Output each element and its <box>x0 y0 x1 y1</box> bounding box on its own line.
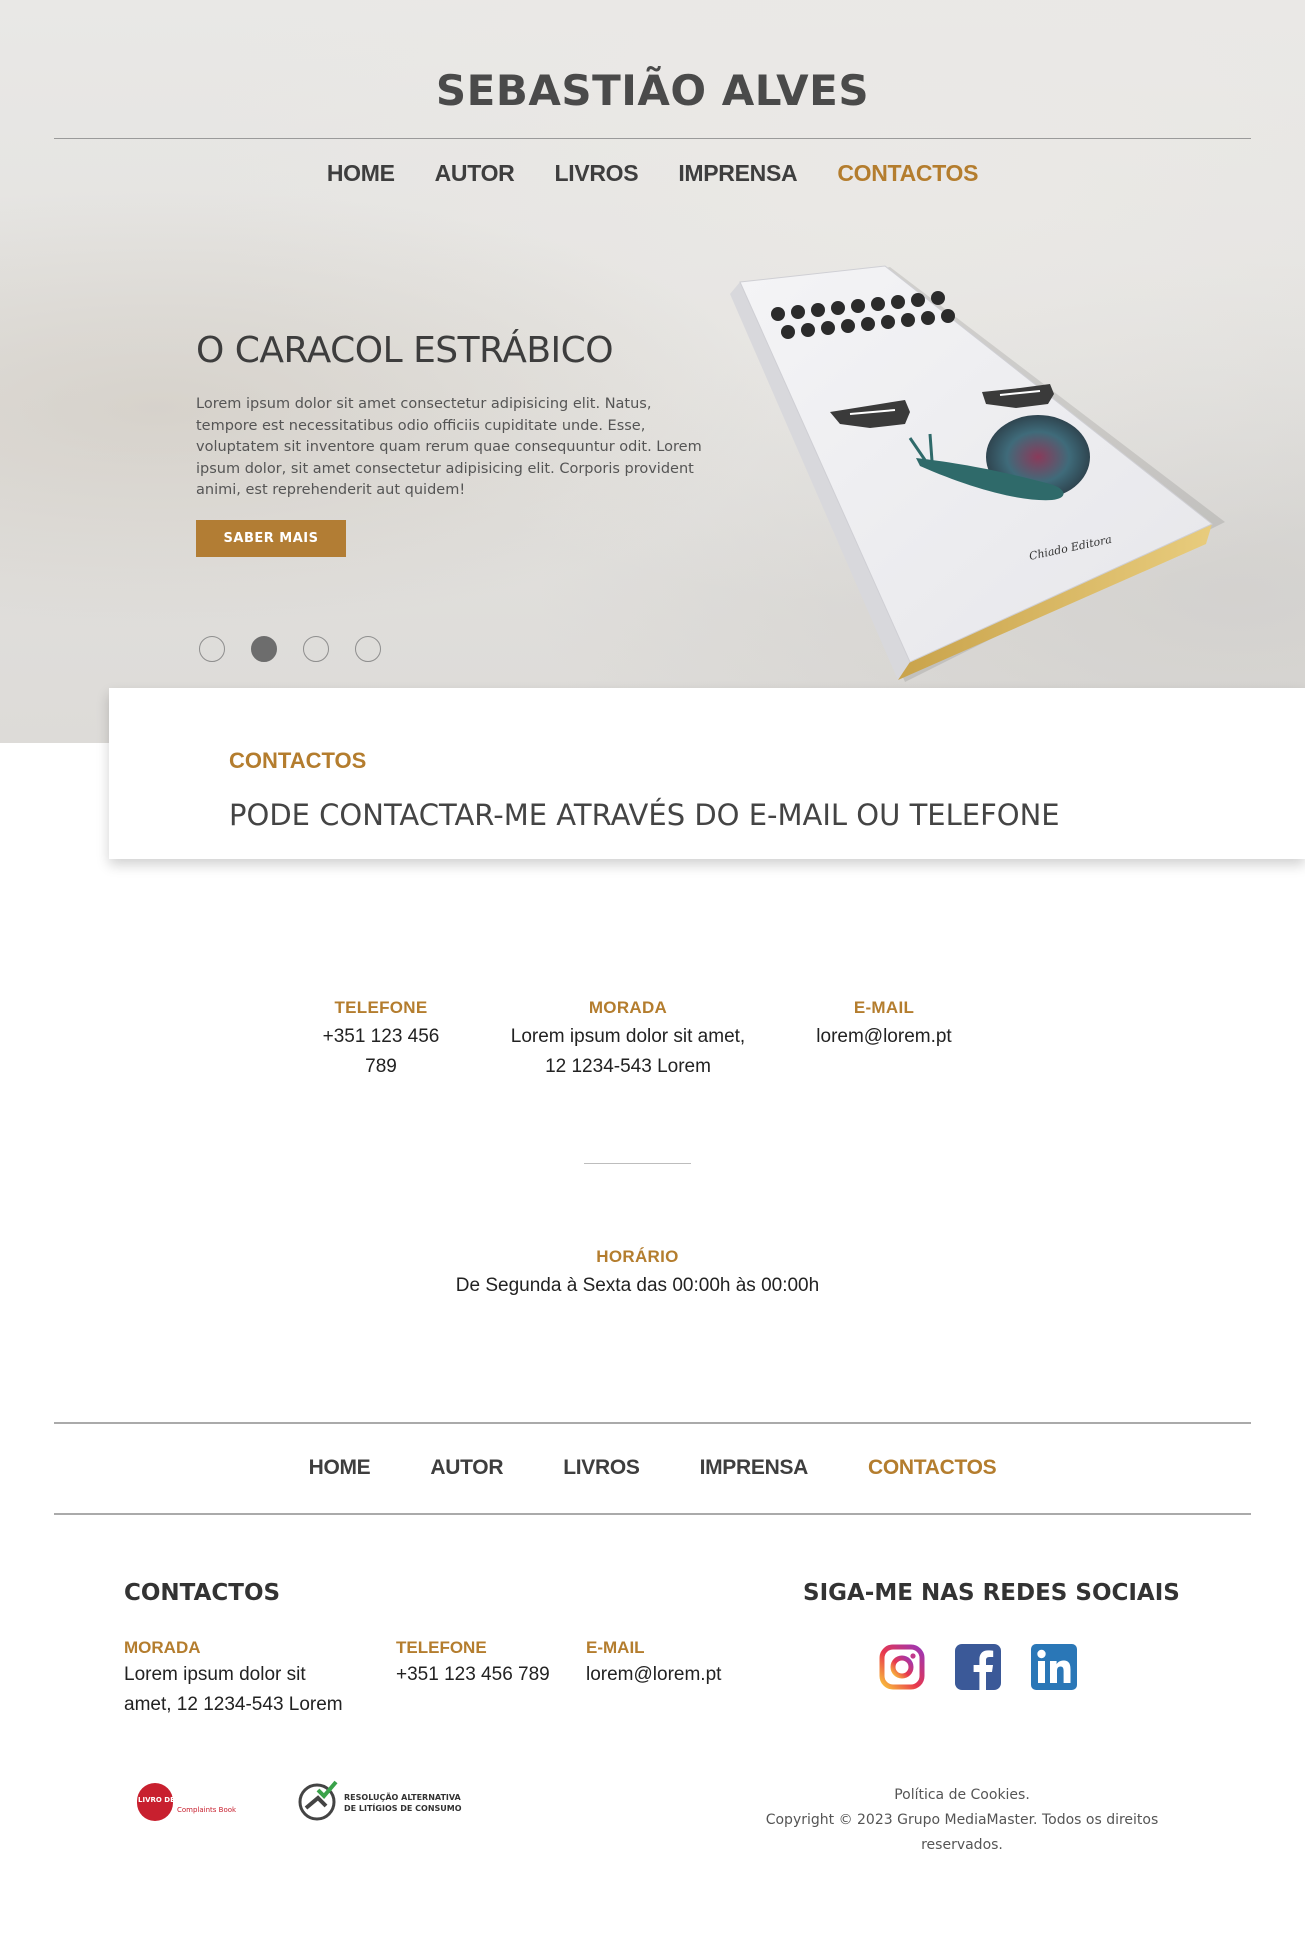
copyright-text-line1: Copyright © 2023 Grupo MediaMaster. Todo… <box>765 1812 1159 1828</box>
badge2-line1: RESOLUÇÃO ALTERNATIVA <box>344 1792 462 1802</box>
section-divider <box>584 1163 691 1164</box>
footer-nav: HOME AUTOR LIVROS IMPRENSA CONTACTOS <box>0 1456 1305 1480</box>
slide-description: Lorem ipsum dolor sit amet consectetur a… <box>196 396 702 498</box>
slider-dot-3[interactable] <box>303 636 329 662</box>
header-divider <box>54 138 1251 139</box>
footer-nav-item-imprensa[interactable]: IMPRENSA <box>700 1456 809 1480</box>
address-value-line2: 12 1234-543 Lorem <box>545 1056 711 1077</box>
linkedin-icon[interactable] <box>1031 1644 1077 1690</box>
phone-value-line2: 789 <box>365 1056 397 1077</box>
contact-phone-block: TELEFONE +351 123 456 789 <box>300 998 462 1082</box>
site-title[interactable]: SEBASTIÃO ALVES <box>0 66 1305 115</box>
cookie-policy-link[interactable]: Política de Cookies. <box>752 1783 1172 1808</box>
copyright-text-line2: reservados. <box>921 1837 1003 1853</box>
address-value: Lorem ipsum dolor sit amet, 12 1234-543 … <box>492 1022 764 1082</box>
footer-nav-item-home[interactable]: HOME <box>309 1456 371 1480</box>
facebook-icon[interactable] <box>955 1644 1001 1690</box>
footer-top-divider <box>54 1422 1251 1424</box>
footer-address-line1: Lorem ipsum dolor sit <box>124 1664 306 1685</box>
footer-phone-value[interactable]: +351 123 456 789 <box>396 1660 576 1690</box>
address-label: MORADA <box>588 998 668 1017</box>
address-value-line1: Lorem ipsum dolor sit amet, <box>510 1026 746 1047</box>
footer-nav-item-autor[interactable]: AUTOR <box>430 1456 503 1480</box>
hero-slider: SEBASTIÃO ALVES HOME AUTOR LIVROS IMPREN… <box>0 0 1305 743</box>
footer-bottom-divider <box>54 1513 1251 1515</box>
nav-item-livros[interactable]: LIVROS <box>554 160 638 187</box>
footer-phone-block: TELEFONE +351 123 456 789 <box>396 1638 576 1690</box>
footer-address-line2: amet, 12 1234-543 Lorem <box>124 1694 343 1715</box>
footer-phone-label: TELEFONE <box>396 1638 487 1657</box>
footer-email-value[interactable]: lorem@lorem.pt <box>586 1660 766 1690</box>
saber-mais-button[interactable]: SABER MAIS <box>196 520 346 557</box>
footer-email-block: E-MAIL lorem@lorem.pt <box>586 1638 766 1690</box>
footer-address-value: Lorem ipsum dolor sit amet, 12 1234-543 … <box>124 1660 364 1720</box>
slider-dot-1[interactable] <box>199 636 225 662</box>
nav-item-imprensa[interactable]: IMPRENSA <box>678 160 797 187</box>
badge1-subtext: Complaints Book <box>177 1806 237 1814</box>
nav-item-home[interactable]: HOME <box>327 160 395 187</box>
hours-value: De Segunda à Sexta das 00:00h às 00:00h <box>455 1275 820 1296</box>
opening-hours-block: HORÁRIO De Segunda à Sexta das 00:00h às… <box>400 1247 875 1301</box>
slider-pagination <box>199 636 381 662</box>
email-label: E-MAIL <box>853 998 915 1017</box>
instagram-icon[interactable] <box>879 1644 925 1690</box>
phone-value-line1: +351 123 456 <box>322 1026 440 1047</box>
nav-item-autor[interactable]: AUTOR <box>435 160 515 187</box>
footer-email-label: E-MAIL <box>586 1638 645 1657</box>
hours-label: HORÁRIO <box>596 1247 679 1266</box>
contact-address-block: MORADA Lorem ipsum dolor sit amet, 12 12… <box>492 998 764 1082</box>
footer-contacts-heading: CONTACTOS <box>124 1580 281 1606</box>
footer-nav-item-livros[interactable]: LIVROS <box>563 1456 640 1480</box>
slider-dot-4[interactable] <box>355 636 381 662</box>
badge2-line2: DE LITÍGIOS DE CONSUMO <box>344 1802 462 1813</box>
contact-intro-card: CONTACTOS PODE CONTACTAR-ME ATRAVÉS DO E… <box>109 688 1305 859</box>
footer-nav-item-contactos[interactable]: CONTACTOS <box>868 1456 997 1480</box>
email-value[interactable]: lorem@lorem.pt <box>800 1022 968 1052</box>
social-heading: SIGA-ME NAS REDES SOCIAIS <box>803 1580 1180 1606</box>
book-cover-image: Chiado Editora <box>720 262 1240 692</box>
ral-badge[interactable]: RESOLUÇÃO ALTERNATIVA DE LITÍGIOS DE CON… <box>296 1780 466 1826</box>
footer-legal: Política de Cookies. Copyright © 2023 Gr… <box>752 1783 1172 1858</box>
badge1-text: LIVRO DE RECLAMAÇÕES <box>138 1795 236 1804</box>
livro-reclamacoes-badge[interactable]: LIVRO DE RECLAMAÇÕES Complaints Book <box>135 1782 239 1826</box>
slide-title: O CARACOL ESTRÁBICO <box>196 330 614 371</box>
contact-email-block: E-MAIL lorem@lorem.pt <box>800 998 968 1052</box>
nav-item-contactos[interactable]: CONTACTOS <box>837 160 978 187</box>
footer-address-label: MORADA <box>124 1638 201 1657</box>
slider-dot-2[interactable] <box>251 636 277 662</box>
main-nav: HOME AUTOR LIVROS IMPRENSA CONTACTOS <box>0 160 1305 187</box>
contact-section-label: CONTACTOS <box>229 748 367 773</box>
footer-address-block: MORADA Lorem ipsum dolor sit amet, 12 12… <box>124 1638 364 1720</box>
phone-value[interactable]: +351 123 456 789 <box>300 1022 462 1082</box>
contact-section-heading: PODE CONTACTAR-ME ATRAVÉS DO E-MAIL OU T… <box>229 798 1060 832</box>
phone-label: TELEFONE <box>334 998 428 1017</box>
social-links <box>879 1644 1077 1690</box>
book-illustration: Chiado Editora <box>730 265 1225 682</box>
